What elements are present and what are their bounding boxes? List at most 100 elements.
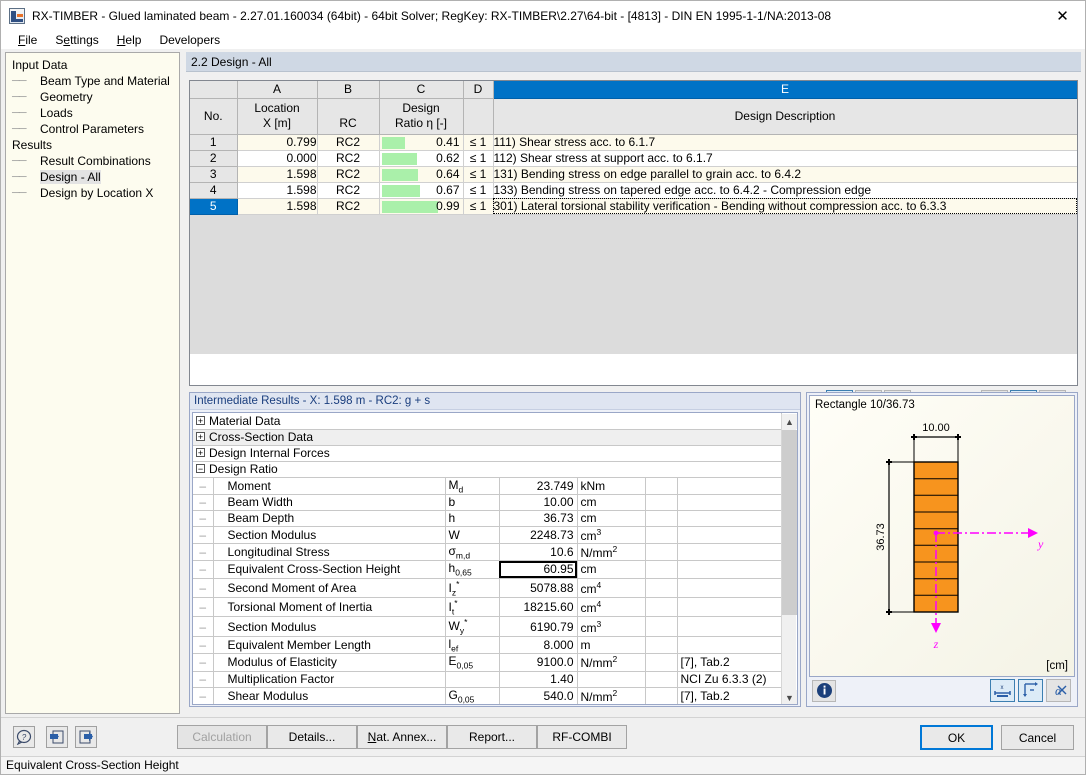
- calculation-button[interactable]: Calculation: [177, 725, 267, 749]
- intermediate-results-body[interactable]: + Material Data + Cross-Section Data + Desi…: [192, 412, 798, 705]
- menu-item-settings[interactable]: Settings: [46, 32, 107, 49]
- list-item[interactable]: – Torsional Moment of Inertia It* 18215.…: [193, 597, 782, 618]
- cell-location-x[interactable]: 1.598: [237, 166, 318, 183]
- cell-rc[interactable]: RC2: [317, 134, 380, 151]
- scroll-up-icon[interactable]: ▲: [782, 414, 797, 429]
- param-value[interactable]: 9100.0: [499, 653, 578, 672]
- group-cell[interactable]: + Cross-Section Data: [193, 429, 782, 446]
- export-icon[interactable]: [75, 726, 97, 748]
- cell-description[interactable]: 131) Bending stress on edge parallel to …: [493, 166, 1077, 183]
- param-value[interactable]: 10.6: [499, 543, 578, 562]
- sidebar-item-result-combinations[interactable]: ── Result Combinations: [6, 153, 179, 169]
- navigation-tree[interactable]: Input Data ── Beam Type and Material ── …: [5, 52, 180, 714]
- menu-item-file[interactable]: File: [9, 32, 46, 49]
- cell-description[interactable]: 112) Shear stress at support acc. to 6.1…: [493, 150, 1077, 167]
- list-item[interactable]: – Section Modulus Wy* 6190.79 cm3: [193, 616, 782, 637]
- sidebar-item-beam-type-and-material[interactable]: ── Beam Type and Material: [6, 73, 179, 89]
- cell-description[interactable]: 111) Shear stress acc. to 6.1.7: [493, 134, 1077, 151]
- cell-design-ratio[interactable]: 0.41: [379, 134, 464, 151]
- expand-plus-icon[interactable]: +: [196, 448, 205, 458]
- list-item[interactable]: – Shear Modulus G0,05 540.0 N/mm2 [7], T…: [193, 687, 782, 704]
- param-value-focused[interactable]: 60.95: [499, 560, 578, 579]
- table-row[interactable]: 3 1.598 RC2 0.64 ≤ 1 131) Bending stress…: [190, 166, 1077, 183]
- table-row[interactable]: 4 1.598 RC2 0.67 ≤ 1 133) Bending stress…: [190, 182, 1077, 199]
- cell-design-ratio[interactable]: 0.99: [379, 198, 464, 215]
- design-results-grid[interactable]: A B C D E No. Location X [m] RC Design R…: [189, 80, 1078, 386]
- table-row[interactable]: 1 0.799 RC2 0.41 ≤ 1 111) Shear stress a…: [190, 134, 1077, 151]
- group-cell[interactable]: + Material Data: [193, 413, 782, 430]
- group-row-material-data[interactable]: + Material Data: [193, 413, 782, 430]
- grid-col-letter-e[interactable]: E: [493, 81, 1077, 99]
- list-item[interactable]: – Longitudinal Stress σm,d 10.6 N/mm2: [193, 543, 782, 562]
- param-value[interactable]: 23.749: [499, 477, 578, 495]
- row-number[interactable]: 2: [190, 150, 238, 167]
- cell-rc[interactable]: RC2: [317, 150, 380, 167]
- cell-description[interactable]: 133) Bending stress on tapered edge acc.…: [493, 182, 1077, 199]
- scrollbar-thumb[interactable]: [782, 430, 797, 615]
- tree-group-results[interactable]: Results: [6, 137, 179, 153]
- cell-description-focused[interactable]: 301) Lateral torsional stability verific…: [493, 198, 1077, 215]
- nat-annex-button[interactable]: Nat. Annex...: [357, 725, 447, 749]
- expand-plus-icon[interactable]: +: [196, 415, 205, 425]
- info-icon[interactable]: [812, 679, 836, 702]
- cell-design-ratio[interactable]: 0.62: [379, 150, 464, 167]
- param-value[interactable]: 2248.73: [499, 526, 578, 544]
- cell-location-x[interactable]: 1.598: [237, 198, 318, 215]
- list-item[interactable]: – Equivalent Member Length lef 8.000 m: [193, 636, 782, 655]
- expand-plus-icon[interactable]: +: [196, 432, 205, 442]
- dimension-x-icon[interactable]: x: [990, 679, 1015, 702]
- group-row-design-ratio[interactable]: − Design Ratio: [193, 461, 782, 478]
- cell-rc[interactable]: RC2: [317, 182, 380, 199]
- param-value[interactable]: 36.73: [499, 510, 578, 527]
- list-item[interactable]: – Moment Md 23.749 kNm: [193, 477, 782, 495]
- collapse-minus-icon[interactable]: −: [196, 464, 205, 474]
- cell-location-x[interactable]: 0.000: [237, 150, 318, 167]
- param-value[interactable]: 10.00: [499, 494, 578, 511]
- row-number-selected[interactable]: 5: [190, 198, 238, 215]
- ok-button[interactable]: OK: [920, 725, 993, 750]
- sidebar-item-geometry[interactable]: ── Geometry: [6, 89, 179, 105]
- param-value[interactable]: 8.000: [499, 636, 578, 655]
- grid-col-letter-c[interactable]: C: [379, 81, 464, 99]
- cell-limit[interactable]: ≤ 1: [463, 166, 494, 183]
- cell-limit[interactable]: ≤ 1: [463, 198, 494, 215]
- grid-col-letter-d[interactable]: D: [463, 81, 494, 99]
- details-button[interactable]: Details...: [267, 725, 357, 749]
- param-value[interactable]: 5078.88: [499, 578, 578, 599]
- cell-rc[interactable]: RC2: [317, 198, 380, 215]
- list-item[interactable]: – Second Moment of Area Iz* 5078.88 cm4: [193, 578, 782, 599]
- group-cell[interactable]: − Design Ratio: [193, 461, 782, 478]
- cell-design-ratio[interactable]: 0.67: [379, 182, 464, 199]
- list-item[interactable]: – Section Modulus W 2248.73 cm3: [193, 526, 782, 544]
- axes-icon[interactable]: [1018, 679, 1043, 702]
- list-item[interactable]: – Modulus of Elasticity E0,05 9100.0 N/m…: [193, 653, 782, 672]
- rf-combi-button[interactable]: RF-COMBI: [537, 725, 627, 749]
- menu-item-help[interactable]: Help: [108, 32, 151, 49]
- group-cell[interactable]: + Design Internal Forces: [193, 445, 782, 462]
- cell-limit[interactable]: ≤ 1: [463, 182, 494, 199]
- list-item[interactable]: – Beam Width b 10.00 cm: [193, 494, 782, 511]
- cell-location-x[interactable]: 0.799: [237, 134, 318, 151]
- close-icon[interactable]: ✕: [1040, 1, 1085, 30]
- intermediate-results-scrollbar[interactable]: ▲ ▼: [781, 414, 797, 704]
- cell-limit[interactable]: ≤ 1: [463, 134, 494, 151]
- param-value[interactable]: 6190.79: [499, 616, 578, 637]
- cell-location-x[interactable]: 1.598: [237, 182, 318, 199]
- sidebar-item-control-parameters[interactable]: ── Control Parameters: [6, 121, 179, 137]
- menu-item-developers[interactable]: Developers: [150, 32, 229, 49]
- row-number[interactable]: 3: [190, 166, 238, 183]
- param-value[interactable]: 540.0: [499, 687, 578, 704]
- list-item[interactable]: – Beam Depth h 36.73 cm: [193, 510, 782, 527]
- grid-col-letter-a[interactable]: A: [237, 81, 318, 99]
- cancel-button[interactable]: Cancel: [1001, 725, 1074, 750]
- table-row-selected[interactable]: 5 1.598 RC2 0.99 ≤ 1 301) Lateral torsio…: [190, 198, 1077, 215]
- list-item[interactable]: – Multiplication Factor 1.40 NCI Zu 6.3.…: [193, 671, 782, 688]
- report-button[interactable]: Report...: [447, 725, 537, 749]
- import-icon[interactable]: [46, 726, 68, 748]
- cell-rc[interactable]: RC2: [317, 166, 380, 183]
- group-row-design-internal-forces[interactable]: + Design Internal Forces: [193, 445, 782, 462]
- group-row-cross-section-data[interactable]: + Cross-Section Data: [193, 429, 782, 446]
- row-number[interactable]: 1: [190, 134, 238, 151]
- hide-annotations-icon[interactable]: α: [1046, 679, 1071, 702]
- sidebar-item-design-all[interactable]: ── Design - All: [6, 169, 179, 185]
